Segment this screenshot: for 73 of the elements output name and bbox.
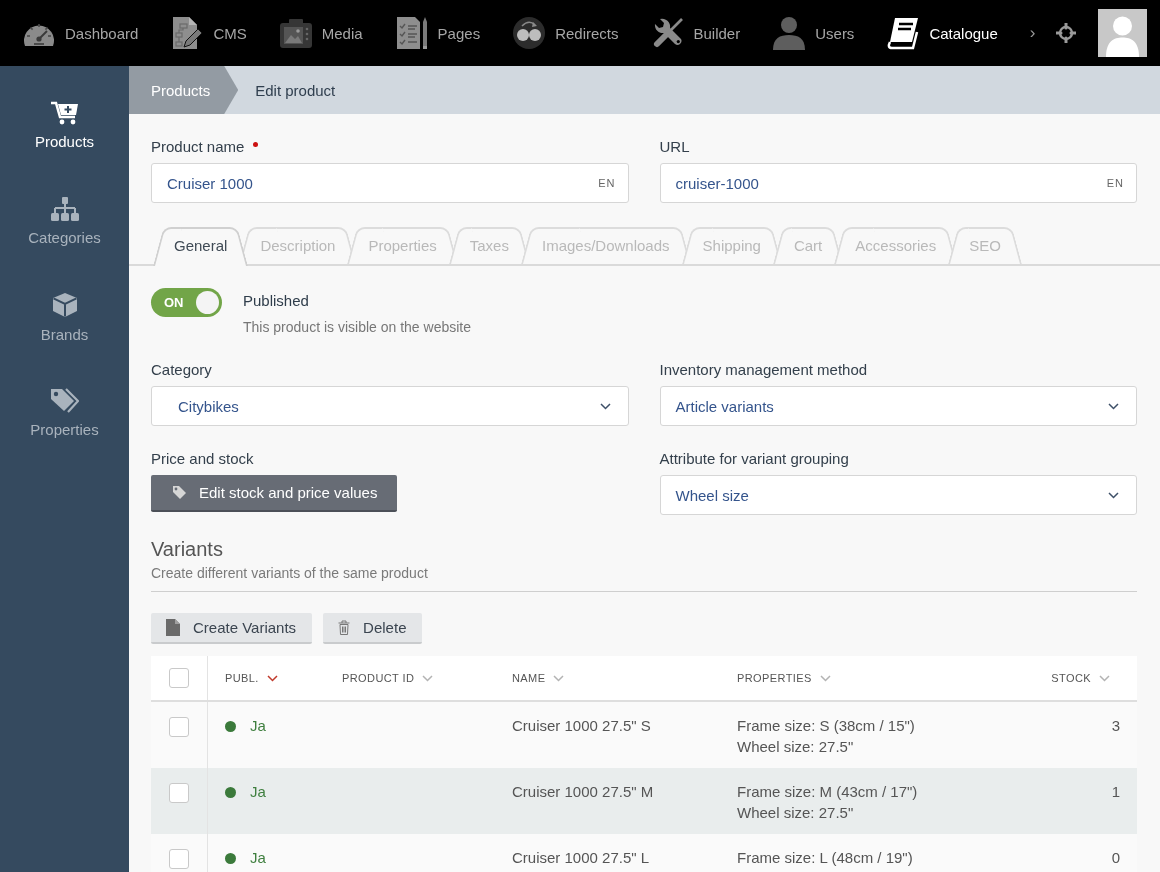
breadcrumb-current: Edit product: [255, 81, 336, 99]
redirect-icon: [512, 16, 547, 50]
row-checkbox[interactable]: [169, 717, 189, 737]
variant-grouping-select[interactable]: Wheel size: [659, 475, 1137, 515]
cube-icon: [51, 291, 78, 318]
product-name-field[interactable]: Cruiser 1000 EN: [151, 163, 629, 203]
file-icon: [166, 619, 180, 636]
sidebar-item[interactable]: Categories: [0, 173, 129, 269]
book-icon: [886, 16, 921, 50]
tags-icon: [50, 388, 79, 413]
field-label: URL: [659, 138, 690, 156]
language-label: EN: [1106, 177, 1124, 189]
stock-cell-text: 3: [1110, 716, 1121, 736]
nav-item[interactable]: Catalogue: [886, 16, 998, 50]
edit-stock-button[interactable]: Edit stock and price values: [151, 475, 398, 512]
cart-plus-icon: [50, 100, 79, 125]
checklist-icon: [394, 16, 429, 50]
scroll-right-button[interactable]: ›: [1029, 23, 1036, 43]
nav-item[interactable]: Builder: [650, 16, 741, 50]
nav-item[interactable]: Pages: [394, 16, 481, 50]
status-label: Ja: [250, 848, 266, 868]
status-label: Ja: [250, 716, 266, 736]
trash-icon: [338, 620, 351, 635]
chevron-down-icon: [599, 402, 611, 410]
column-header[interactable]: STOCK: [1051, 672, 1110, 684]
sidebar-item[interactable]: Properties: [0, 365, 129, 461]
sidebar-item[interactable]: Brands: [0, 269, 129, 365]
properties-cell-text: Frame size: S (38cm / 15") Wheel size: 27.5": [736, 716, 916, 757]
tag-icon: [172, 485, 187, 500]
nav-item[interactable]: Media: [278, 17, 363, 49]
nav-item[interactable]: CMS: [170, 16, 247, 50]
user-icon: [772, 16, 807, 50]
column-header[interactable]: NAME: [512, 672, 565, 684]
toggle-label: Published: [243, 292, 310, 310]
properties-cell-text: Frame size: L (48cm / 19"): [736, 848, 914, 868]
sitemap-icon: [50, 196, 79, 221]
column-header[interactable]: PRODUCT ID: [342, 672, 434, 684]
toggle-description: This product is visible on the website: [243, 318, 471, 336]
field-label: Inventory management method: [659, 361, 868, 379]
status-label: Ja: [250, 782, 266, 802]
sidebar-item[interactable]: Products: [0, 77, 129, 173]
field-label: Category: [151, 361, 212, 379]
chevron-down-icon: [1108, 491, 1119, 499]
nav-item[interactable]: Users: [772, 16, 855, 50]
select-all-checkbox[interactable]: [169, 668, 189, 688]
field-label: Attribute for variant grouping: [659, 450, 849, 468]
field-label: Price and stock: [151, 450, 254, 468]
name-cell-text: Cruiser 1000 27.5" L: [511, 848, 651, 868]
stock-cell-text: 1: [1110, 782, 1121, 802]
url-field[interactable]: cruiser-1000 EN: [659, 163, 1137, 203]
nav-item[interactable]: Redirects: [512, 16, 619, 50]
field-label: Product name: [151, 138, 245, 156]
document-pencil-icon: [170, 16, 205, 50]
chevron-down-icon: [1108, 402, 1119, 410]
camera-icon: [278, 17, 313, 49]
crosshair-icon[interactable]: [1056, 23, 1077, 43]
stock-cell-text: 0: [1110, 848, 1121, 868]
delete-button[interactable]: Delete: [323, 613, 423, 644]
row-checkbox[interactable]: [169, 849, 189, 869]
inventory-method-select[interactable]: Article variants: [659, 386, 1137, 426]
create-button[interactable]: Create Variants: [151, 613, 313, 644]
row-checkbox[interactable]: [169, 783, 189, 803]
nav-item[interactable]: Dashboard: [22, 18, 139, 48]
section-title: Variants: [151, 537, 224, 561]
name-cell-text: Cruiser 1000 27.5" M: [511, 782, 655, 802]
avatar-placeholder[interactable]: [1098, 9, 1148, 57]
language-label: EN: [598, 177, 616, 189]
column-header[interactable]: PUBL.: [225, 672, 278, 684]
column-header[interactable]: PROPERTIES: [737, 672, 831, 684]
section-subtitle: Create different variants of the same product: [151, 564, 429, 582]
category-select[interactable]: Citybikes: [151, 386, 629, 426]
properties-cell-text: Frame size: M (43cm / 17") Wheel size: 27.5": [736, 782, 919, 823]
name-cell-text: Cruiser 1000 27.5" S: [511, 716, 652, 736]
